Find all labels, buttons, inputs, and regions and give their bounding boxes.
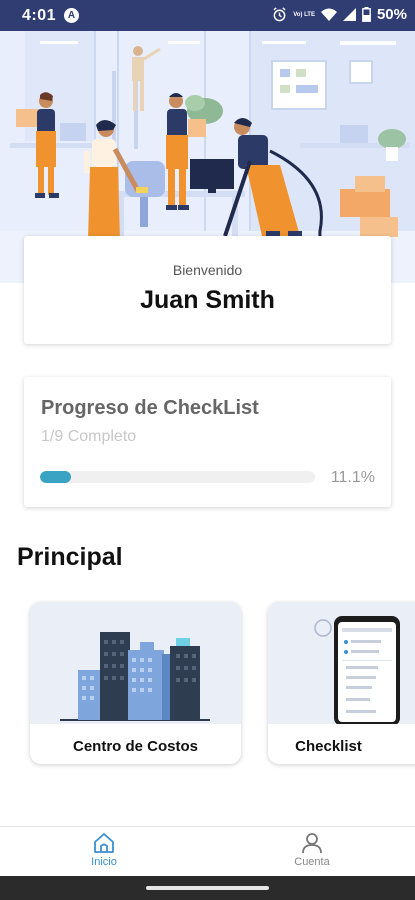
section-title: Principal bbox=[17, 543, 123, 571]
home-icon bbox=[94, 833, 114, 853]
feature-cards-row[interactable]: Centro de Costos Checklist bbox=[0, 600, 415, 770]
battery-percent: 50% bbox=[376, 6, 407, 23]
bottom-navigation: Inicio Cuenta bbox=[0, 826, 415, 877]
battery-icon bbox=[362, 7, 371, 22]
nav-account-label: Cuenta bbox=[294, 856, 330, 868]
card-label: Centro de Costos bbox=[72, 738, 198, 755]
checklist-progress-card: Progreso de CheckList 1/9 Completo 11.1% bbox=[24, 377, 391, 507]
status-bar: 4:01 A Vo) LTE 50% bbox=[0, 0, 415, 31]
progress-bar bbox=[40, 471, 315, 483]
progress-percent: 11.1% bbox=[330, 469, 375, 486]
signal-icon bbox=[342, 8, 356, 21]
app-notification-icon: A bbox=[64, 8, 79, 23]
phone-checklist-illustration bbox=[268, 602, 415, 726]
user-icon bbox=[302, 833, 322, 854]
buildings-illustration bbox=[30, 602, 241, 724]
home-gesture-handle[interactable] bbox=[146, 886, 269, 890]
progress-subtitle: 1/9 Completo bbox=[41, 428, 137, 445]
welcome-card: Bienvenido Juan Smith bbox=[24, 236, 391, 344]
welcome-label: Bienvenido bbox=[172, 262, 243, 278]
card-checklist[interactable]: Checklist bbox=[268, 602, 415, 764]
card-centro-de-costos[interactable]: Centro de Costos bbox=[30, 602, 241, 764]
volte-icon: Vo) LTE bbox=[293, 11, 315, 18]
system-gesture-bar bbox=[0, 876, 415, 900]
user-name: Juan Smith bbox=[140, 286, 275, 314]
status-time: 4:01 bbox=[22, 7, 57, 24]
alarm-icon bbox=[273, 7, 286, 22]
progress-title: Progreso de CheckList bbox=[41, 397, 259, 419]
progress-bar-fill bbox=[40, 471, 71, 483]
nav-account[interactable]: Cuenta bbox=[252, 827, 372, 877]
nav-home[interactable]: Inicio bbox=[44, 827, 164, 877]
status-icons: Vo) LTE 50% bbox=[272, 6, 407, 23]
nav-home-label: Inicio bbox=[91, 856, 117, 868]
wifi-icon bbox=[320, 8, 337, 21]
card-label: Checklist bbox=[295, 738, 362, 755]
